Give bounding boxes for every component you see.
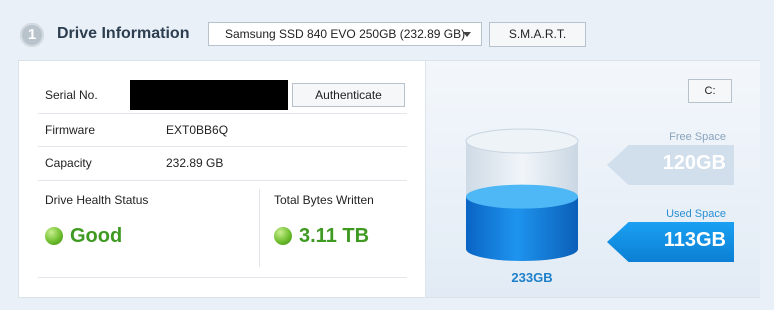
step-number-badge: 1 xyxy=(20,23,44,47)
total-capacity-label: 233GB xyxy=(511,270,553,285)
used-space-label: Used Space xyxy=(666,208,726,220)
drive-letter-button[interactable]: C: xyxy=(688,79,732,103)
free-space-label: Free Space xyxy=(669,131,726,143)
health-status-label: Drive Health Status xyxy=(45,193,149,207)
section-title: Drive Information xyxy=(57,25,190,42)
chevron-down-icon xyxy=(463,32,471,37)
green-dot-icon xyxy=(45,227,63,245)
used-space-value: 113GB xyxy=(663,229,726,251)
used-space-fill-top xyxy=(466,184,578,209)
cylinder-icon xyxy=(465,128,579,261)
drive-select-dropdown[interactable]: Samsung SSD 840 EVO 250GB (232.89 GB) xyxy=(208,22,482,46)
free-space-value: 120GB xyxy=(662,152,726,174)
drive-info-card: Serial No. Authenticate Firmware EXT0BB6… xyxy=(18,60,760,298)
total-bytes-written-label: Total Bytes Written xyxy=(274,193,374,207)
drive-details-panel: Serial No. Authenticate Firmware EXT0BB6… xyxy=(19,61,425,297)
row-divider xyxy=(38,146,407,147)
capacity-label: Capacity xyxy=(45,156,92,170)
column-divider xyxy=(259,189,260,267)
capacity-value: 232.89 GB xyxy=(166,156,224,170)
firmware-label: Firmware xyxy=(45,123,95,137)
row-divider xyxy=(38,180,407,181)
free-space-indicator: 120GB xyxy=(607,145,734,185)
serial-value-redacted xyxy=(130,80,288,110)
drive-select-value: Samsung SSD 840 EVO 250GB (232.89 GB) xyxy=(225,27,466,41)
row-divider xyxy=(38,277,407,278)
total-bytes-written-value: 3.11 TB xyxy=(299,225,370,247)
used-space-indicator: 113GB xyxy=(607,222,734,262)
smart-button[interactable]: S.M.A.R.T. xyxy=(489,22,586,47)
authenticate-button[interactable]: Authenticate xyxy=(292,83,405,107)
row-divider xyxy=(38,113,407,114)
health-status-value: Good xyxy=(70,225,123,247)
serial-label: Serial No. xyxy=(45,88,98,102)
green-dot-icon xyxy=(274,227,292,245)
firmware-value: EXT0BB6Q xyxy=(166,123,229,137)
space-panel: C: 233GB Free Space 120GB Used Space 113… xyxy=(425,61,760,297)
